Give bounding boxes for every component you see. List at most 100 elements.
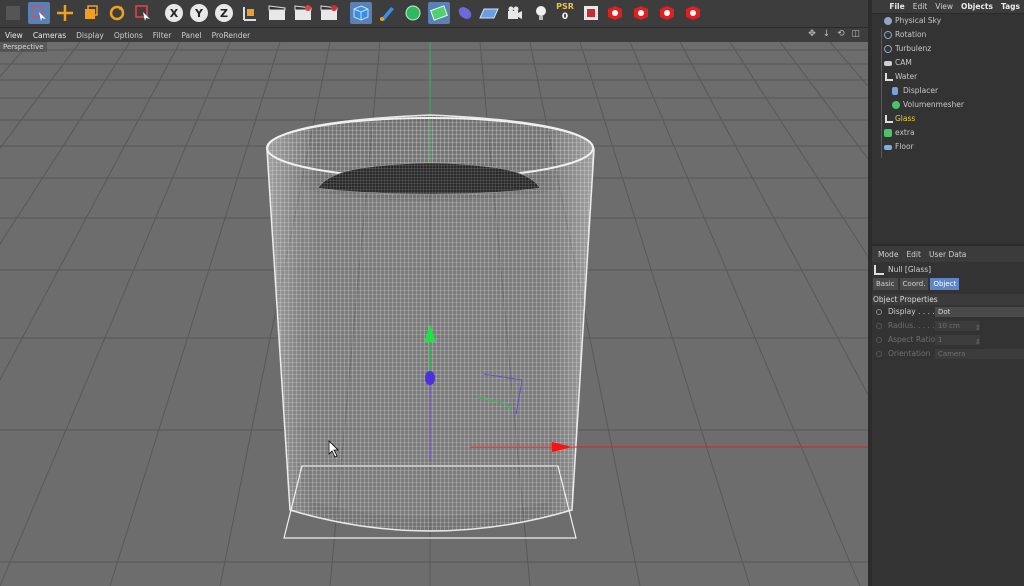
- cube-object-button[interactable]: [350, 2, 372, 24]
- null-icon: [885, 73, 893, 81]
- property-aspect-ratio: Aspect Ratio 1 ⇕: [872, 333, 1024, 347]
- object-row-water[interactable]: Water: [872, 70, 1024, 84]
- tab-object[interactable]: Object: [930, 278, 960, 290]
- object-manager-menu: File Edit View Objects Tags: [872, 0, 1024, 14]
- render-picture-viewer-button[interactable]: [292, 2, 314, 24]
- pen-tool-button[interactable]: [376, 2, 398, 24]
- om-menu-file[interactable]: File: [885, 2, 908, 11]
- menu-panel[interactable]: Panel: [176, 31, 206, 40]
- om-menu-tags[interactable]: Tags: [997, 2, 1024, 11]
- deformer-icon: [458, 7, 472, 19]
- material-3-button[interactable]: [656, 2, 678, 24]
- menu-options[interactable]: Options: [109, 31, 148, 40]
- attr-menu-edit[interactable]: Edit: [902, 250, 925, 259]
- selection-tool-button[interactable]: [28, 2, 50, 24]
- sky-icon: [884, 17, 892, 25]
- om-menu-view[interactable]: View: [931, 2, 957, 11]
- object-row-extra[interactable]: extra: [872, 126, 1024, 140]
- rotate-tool-button[interactable]: [106, 2, 128, 24]
- attribute-tabs: Basic Coord. Object: [872, 278, 1024, 290]
- menu-cameras[interactable]: Cameras: [28, 31, 71, 40]
- material-icon: [634, 6, 648, 20]
- menu-view[interactable]: View: [0, 31, 28, 40]
- psr-value: 0: [561, 12, 569, 22]
- rotation-icon: [884, 31, 892, 39]
- object-row-glass[interactable]: Glass: [872, 112, 1024, 126]
- psr-indicator: PSR 0: [554, 1, 576, 25]
- render-instance-button[interactable]: [580, 2, 602, 24]
- x-axis-lock-button[interactable]: X: [163, 2, 185, 24]
- 3d-viewport[interactable]: Perspective: [0, 42, 868, 586]
- scale-icon: [85, 5, 98, 19]
- object-manager: File Edit View Objects Tags Physical Sky…: [872, 0, 1024, 244]
- coordinate-system-button[interactable]: [238, 2, 260, 24]
- om-menu-edit[interactable]: Edit: [909, 2, 932, 11]
- material-icon: [608, 6, 622, 20]
- object-label: Displacer: [903, 86, 939, 95]
- material-4-button[interactable]: [682, 2, 704, 24]
- object-label: extra: [895, 128, 915, 137]
- live-selection-button[interactable]: [2, 2, 24, 24]
- y-axis-lock-button[interactable]: Y: [188, 2, 210, 24]
- move-tool-button[interactable]: [54, 2, 76, 24]
- aspect-ratio-field: 1: [935, 335, 980, 345]
- subdivision-icon: [405, 5, 421, 21]
- render-settings-button[interactable]: [318, 2, 340, 24]
- property-display: Display . . . . Dot: [872, 305, 1024, 319]
- camera-button[interactable]: [504, 2, 526, 24]
- viewport-scene[interactable]: [0, 42, 868, 586]
- om-menu-objects[interactable]: Objects: [957, 2, 997, 11]
- object-row-physical-sky[interactable]: Physical Sky: [872, 14, 1024, 28]
- tab-coord[interactable]: Coord.: [899, 278, 929, 290]
- menu-display[interactable]: Display: [71, 31, 109, 40]
- object-label: Glass: [895, 114, 916, 123]
- array-button[interactable]: [428, 2, 450, 24]
- floor-button[interactable]: [478, 2, 500, 24]
- object-row-floor[interactable]: Floor: [872, 140, 1024, 154]
- attr-menu-user-data[interactable]: User Data: [925, 250, 970, 259]
- camera-icon: [884, 61, 892, 66]
- display-select[interactable]: Dot: [935, 307, 1024, 317]
- tab-basic[interactable]: Basic: [873, 278, 898, 290]
- displacer-icon: [892, 87, 898, 95]
- menu-prorender[interactable]: ProRender: [207, 31, 256, 40]
- last-tool-button[interactable]: [132, 2, 154, 24]
- material-1-button[interactable]: [604, 2, 626, 24]
- radius-field: 10 cm: [935, 321, 980, 331]
- move-icon: [57, 5, 73, 21]
- attr-menu-mode[interactable]: Mode: [874, 250, 902, 259]
- menu-filter[interactable]: Filter: [148, 31, 177, 40]
- section-object-properties[interactable]: Object Properties: [872, 294, 1024, 305]
- object-label: Physical Sky: [895, 16, 942, 25]
- z-axis-lock-button[interactable]: Z: [213, 2, 235, 24]
- object-label: Water: [895, 72, 918, 81]
- svg-text:Y: Y: [194, 7, 204, 20]
- property-label: Orientation: [888, 349, 931, 358]
- object-label: Rotation: [895, 30, 927, 39]
- animate-icon[interactable]: [876, 309, 882, 315]
- attribute-title-text: Null [Glass]: [888, 265, 932, 274]
- render-settings-icon: [320, 5, 338, 20]
- object-row-turbulenz[interactable]: Turbulenz: [872, 42, 1024, 56]
- material-2-button[interactable]: [630, 2, 652, 24]
- property-label: Radius. . . . .: [888, 321, 935, 330]
- viewport-navigation-icons[interactable]: ✥ ↓ ⟲ ◫: [808, 29, 862, 39]
- z-axis-icon: Z: [215, 4, 233, 22]
- object-row-displacer[interactable]: Displacer: [872, 84, 1024, 98]
- object-row-cam[interactable]: CAM: [872, 56, 1024, 70]
- null-icon: [874, 265, 884, 275]
- subdivision-button[interactable]: [402, 2, 424, 24]
- deformer-button[interactable]: [454, 2, 476, 24]
- light-button[interactable]: [530, 2, 552, 24]
- pen-icon: [380, 7, 394, 21]
- x-axis-icon: X: [165, 4, 183, 22]
- svg-text:Z: Z: [220, 7, 228, 20]
- animate-icon: [876, 337, 882, 343]
- object-row-volumenmesher[interactable]: Volumenmesher: [872, 98, 1024, 112]
- cube-icon: [353, 5, 369, 21]
- scale-tool-button[interactable]: [80, 2, 102, 24]
- render-view-button[interactable]: [266, 2, 288, 24]
- attribute-object-title: Null [Glass]: [872, 262, 1024, 278]
- object-row-rotation[interactable]: Rotation: [872, 28, 1024, 42]
- glass-mesh: [266, 114, 595, 532]
